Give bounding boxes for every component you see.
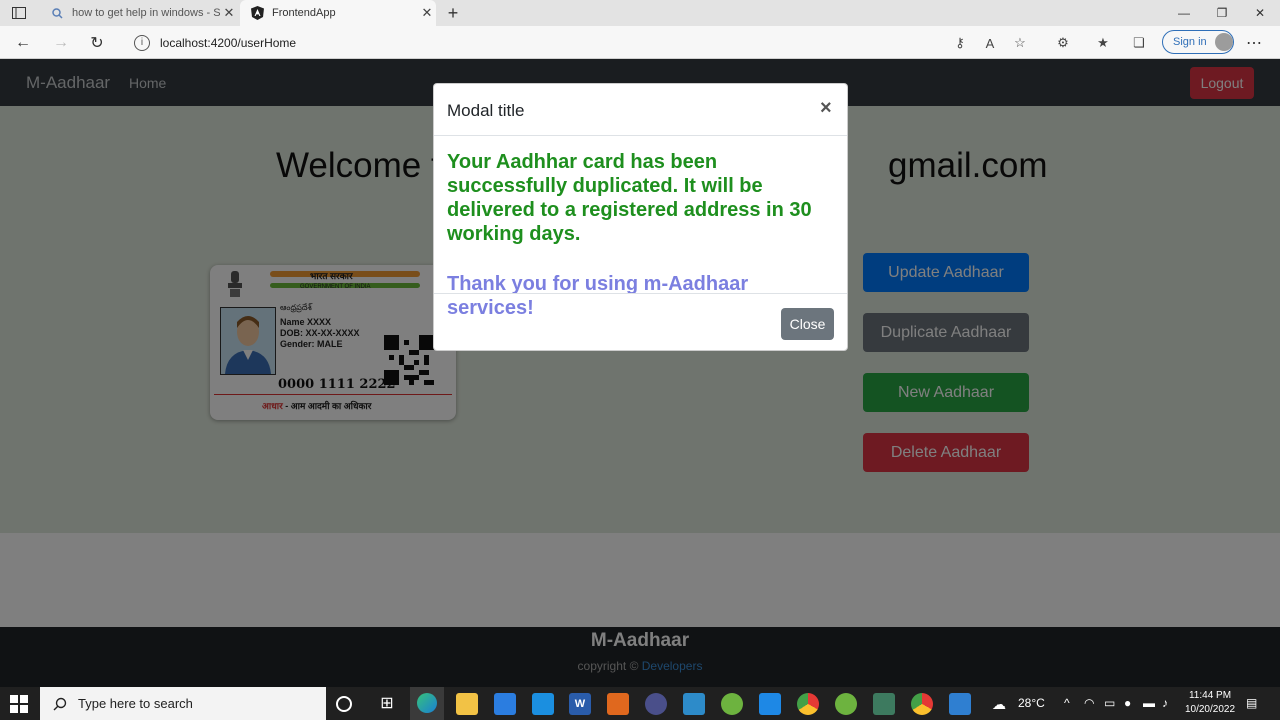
info-icon[interactable]: i — [134, 34, 150, 51]
volume-icon[interactable]: ♪ — [1162, 696, 1168, 710]
browser-tab-bar: how to get help in windows - Se ✕ Fronte… — [0, 0, 1280, 26]
address-bar: ← → ↻ i localhost:4200/userHome ⚷ A ☆ ⚙ … — [0, 26, 1280, 59]
battery-icon[interactable]: ▬ — [1143, 696, 1155, 710]
microphone-icon[interactable]: ● — [1124, 696, 1131, 710]
terminal-icon[interactable] — [873, 693, 895, 715]
close-icon[interactable]: ✕ — [418, 5, 436, 21]
extensions-icon[interactable]: ⚙ — [1054, 34, 1072, 52]
vscode-icon[interactable] — [759, 693, 781, 715]
more-icon[interactable]: ⋯ — [1246, 33, 1262, 53]
sign-in-label: Sign in — [1173, 36, 1207, 48]
spring-tools-icon[interactable] — [835, 693, 857, 715]
matlab-icon[interactable] — [607, 693, 629, 715]
modal-title: Modal title — [447, 101, 525, 120]
minimize-icon[interactable]: — — [1165, 0, 1203, 26]
task-view-icon[interactable]: ⊞ — [376, 693, 398, 715]
weather-icon[interactable]: ☁ — [992, 696, 1006, 713]
url-text: localhost:4200/userHome — [160, 35, 297, 50]
eclipse-icon[interactable] — [645, 693, 667, 715]
success-message: Your Aadhhar card has been successfully … — [447, 151, 812, 245]
modal-header: Modal title × — [434, 84, 847, 136]
tab-label: FrontendApp — [272, 7, 336, 19]
weather-text[interactable]: 28°C — [1018, 696, 1045, 710]
clock-date: 10/20/2022 — [1184, 704, 1236, 715]
back-icon[interactable]: ← — [12, 32, 34, 54]
modal-footer: Close — [434, 293, 847, 351]
device-icon[interactable]: ▭ — [1104, 696, 1115, 710]
search-placeholder: Type here to search — [78, 696, 193, 711]
read-aloud-icon[interactable]: A — [981, 34, 999, 52]
edge-icon — [417, 693, 437, 713]
favorites-icon[interactable]: ★ — [1094, 34, 1112, 52]
sign-in-button[interactable]: Sign in — [1162, 30, 1234, 54]
word-icon[interactable]: W — [569, 693, 591, 715]
show-hidden-icon[interactable]: ^ — [1064, 696, 1070, 710]
network-icon[interactable]: ◠ — [1084, 696, 1094, 710]
modal-dialog: Modal title × Your Aadhhar card has been… — [433, 83, 848, 351]
modal-close-button[interactable]: Close — [781, 308, 834, 340]
search-icon — [50, 6, 64, 20]
forward-icon[interactable]: → — [50, 32, 72, 54]
notifications-icon[interactable]: ▤ — [1246, 696, 1257, 710]
windows-start-icon[interactable] — [10, 695, 28, 713]
clock-time: 11:44 PM — [1188, 690, 1232, 701]
key-icon[interactable]: ⚷ — [951, 34, 969, 52]
tab-label: how to get help in windows - Se — [72, 7, 220, 19]
store-icon[interactable] — [494, 693, 516, 715]
browser-tab-help[interactable]: how to get help in windows - Se ✕ — [40, 0, 238, 26]
taskbar: Type here to search ⊞ W ☁ 28°C ^ ◠ ▭ ● ▬… — [0, 687, 1280, 720]
cortana-icon[interactable] — [336, 696, 352, 712]
taskbar-search-box[interactable]: Type here to search — [40, 687, 326, 720]
angular-icon — [250, 6, 264, 20]
window-close-icon[interactable]: ✕ — [1241, 0, 1279, 26]
new-tab-icon[interactable]: + — [444, 3, 462, 23]
spring-tools-icon[interactable] — [721, 693, 743, 715]
close-icon[interactable]: ✕ — [220, 5, 238, 21]
file-explorer-icon[interactable] — [456, 693, 478, 715]
refresh-icon[interactable]: ↻ — [86, 32, 108, 54]
edge-taskbar-item[interactable] — [410, 687, 444, 720]
chrome-icon[interactable] — [797, 693, 819, 715]
collections-icon[interactable]: ❏ — [1130, 34, 1148, 52]
avatar-icon — [1214, 33, 1233, 51]
modal-close-icon[interactable]: × — [820, 97, 832, 120]
favorite-add-icon[interactable]: ☆ — [1011, 34, 1029, 52]
photos-icon[interactable] — [949, 693, 971, 715]
system-clock[interactable]: 11:44 PM 10/20/2022 — [1178, 689, 1242, 717]
app-icon[interactable] — [683, 693, 705, 715]
browser-tab-frontendapp[interactable]: FrontendApp ✕ — [240, 0, 436, 26]
search-icon — [52, 696, 68, 712]
tab-actions-icon[interactable] — [8, 5, 30, 21]
restore-icon[interactable]: ❐ — [1203, 0, 1241, 26]
chrome-icon[interactable] — [911, 693, 933, 715]
mail-icon[interactable] — [532, 693, 554, 715]
url-field[interactable]: i localhost:4200/userHome — [120, 30, 1040, 55]
